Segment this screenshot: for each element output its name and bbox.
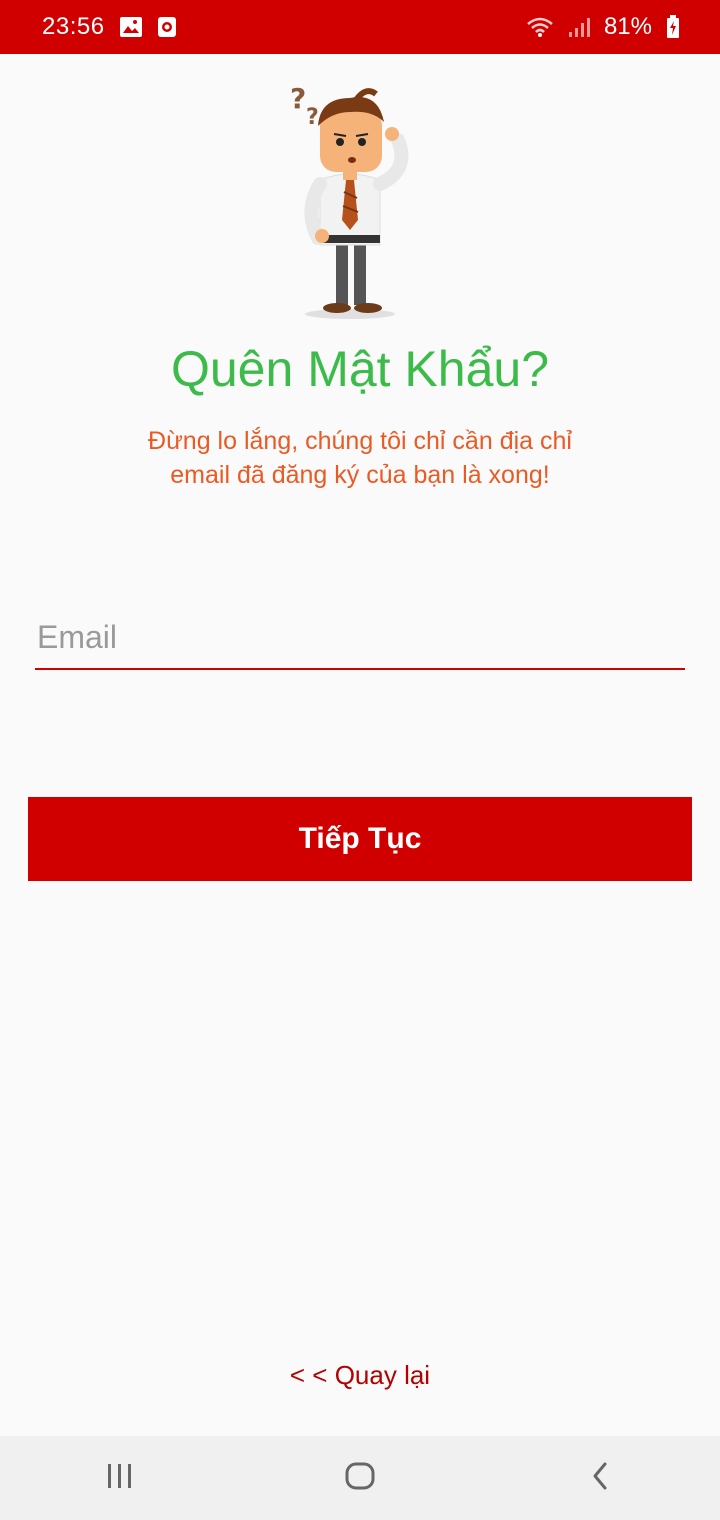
recent-apps-button[interactable] (60, 1436, 180, 1520)
back-icon (590, 1461, 610, 1496)
navigation-bar (0, 1436, 720, 1520)
battery-percent: 81% (603, 13, 652, 40)
page-subtitle: Đừng lo lắng, chúng tôi chỉ cần địa chỉ … (148, 427, 572, 489)
status-left: 23:56 (42, 13, 177, 41)
continue-button[interactable]: Tiếp Tục (28, 797, 692, 881)
confused-man-illustration: ? ? (280, 80, 420, 320)
home-icon (344, 1461, 376, 1496)
recent-apps-icon (105, 1462, 135, 1495)
svg-text:?: ? (290, 82, 306, 115)
page-title: Quên Mật Khẩu? (170, 341, 550, 397)
back-button[interactable] (540, 1436, 660, 1520)
home-button[interactable] (300, 1436, 420, 1520)
status-right: 81% (526, 13, 680, 41)
battery-charging-icon (666, 15, 680, 39)
wifi-icon (526, 16, 554, 38)
status-time: 23:56 (42, 13, 105, 40)
svg-text:?: ? (306, 105, 319, 130)
status-bar: 23:56 81% (0, 0, 720, 54)
gallery-icon (119, 16, 143, 38)
notification-icon (157, 16, 177, 38)
email-field[interactable] (35, 614, 685, 670)
signal-icon (568, 16, 590, 38)
back-link[interactable]: < < Quay lại (0, 1360, 720, 1391)
